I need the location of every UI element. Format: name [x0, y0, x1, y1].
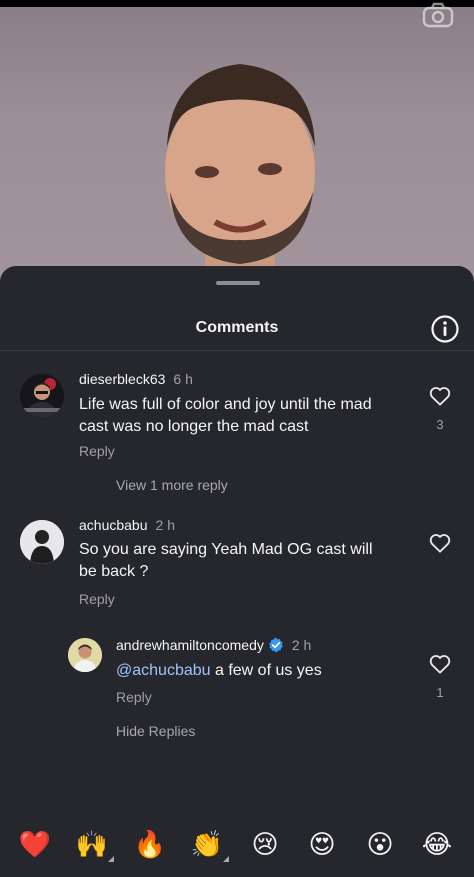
verified-badge-icon: [268, 637, 283, 653]
header-divider: [0, 350, 474, 351]
status-bar: [0, 0, 474, 7]
comments-sheet: Comments dieserbleck63 6 h Life was full …: [0, 266, 474, 877]
like-button[interactable]: 3: [425, 386, 455, 432]
like-count: 1: [436, 685, 444, 700]
emoji-glyph: ❤️: [18, 830, 52, 860]
reply-button[interactable]: Reply: [116, 689, 152, 705]
emoji-glyph: 👏: [190, 830, 224, 860]
comment-username[interactable]: achucbabu 2 h: [79, 517, 175, 533]
heart-outline-icon: [429, 387, 451, 406]
heart-outline-icon: [429, 534, 451, 553]
comment-text-line: So you are saying Yeah Mad OG cast will: [79, 541, 373, 558]
comment-time: 2 h: [291, 637, 312, 653]
sheet-grabber[interactable]: [216, 281, 260, 285]
comment-text: @achucbabu a few of us yes: [116, 660, 322, 682]
comment-text-line: cast was no longer the mad cast: [79, 418, 309, 435]
avatar-image: [20, 374, 64, 418]
info-icon[interactable]: [430, 314, 460, 344]
heart-emoji[interactable]: ❤️: [17, 828, 53, 862]
comment-username[interactable]: dieserbleck63 6 h: [79, 371, 193, 387]
avatar[interactable]: [20, 374, 64, 418]
mention-link[interactable]: @achucbabu: [116, 662, 211, 679]
raising-hands-emoji[interactable]: 🙌: [74, 828, 114, 862]
crying-face-emoji[interactable]: 😢: [247, 828, 283, 862]
comment-username[interactable]: andrewhamiltoncomedy 2 h: [116, 637, 311, 653]
comment-time: 2 h: [155, 517, 175, 533]
reply-button[interactable]: Reply: [79, 591, 115, 607]
comment-text: So you are saying Yeah Mad OG cast will …: [79, 539, 373, 583]
emoji-glyph: 🙌: [75, 830, 109, 860]
avatar[interactable]: [68, 638, 102, 672]
hide-replies-button[interactable]: Hide Replies: [116, 723, 195, 739]
emoji-glyph: 🔥: [133, 830, 167, 860]
person-in-video: [165, 64, 315, 290]
comment-text-line: be back ?: [79, 563, 149, 580]
avatar[interactable]: [20, 520, 64, 564]
avatar-image: [20, 520, 64, 564]
emoji-glyph: 😍: [308, 830, 336, 860]
avatar-image: [68, 638, 102, 672]
fire-emoji[interactable]: 🔥: [132, 828, 168, 862]
like-count: 3: [436, 417, 444, 432]
variants-indicator: [223, 856, 229, 862]
like-button[interactable]: [425, 533, 455, 558]
like-button[interactable]: 1: [425, 654, 455, 700]
heart-eyes-emoji[interactable]: 😍: [304, 828, 340, 862]
tears-of-joy-emoji[interactable]: 😂: [419, 828, 455, 862]
emoji-glyph: 😂: [421, 830, 453, 860]
video-background: [0, 0, 474, 290]
comment-text-line: a few of us yes: [210, 662, 322, 679]
variants-indicator: [108, 856, 114, 862]
camera-icon[interactable]: [422, 2, 454, 28]
emoji-reaction-bar: ❤️ 🙌 🔥 👏 😢 😍 😮 😂: [0, 820, 474, 877]
comment-text-line: Life was full of color and joy until the…: [79, 396, 372, 413]
clapping-hands-emoji[interactable]: 👏: [189, 828, 229, 862]
comment-time: 6 h: [173, 371, 193, 387]
view-more-replies-button[interactable]: View 1 more reply: [116, 477, 228, 493]
emoji-glyph: 😢: [251, 830, 279, 860]
surprised-face-emoji[interactable]: 😮: [362, 828, 398, 862]
sheet-title: Comments: [195, 319, 279, 336]
heart-outline-icon: [429, 655, 451, 674]
emoji-glyph: 😮: [366, 830, 394, 860]
comment-text: Life was full of color and joy until the…: [79, 394, 372, 438]
reply-button[interactable]: Reply: [79, 443, 115, 459]
